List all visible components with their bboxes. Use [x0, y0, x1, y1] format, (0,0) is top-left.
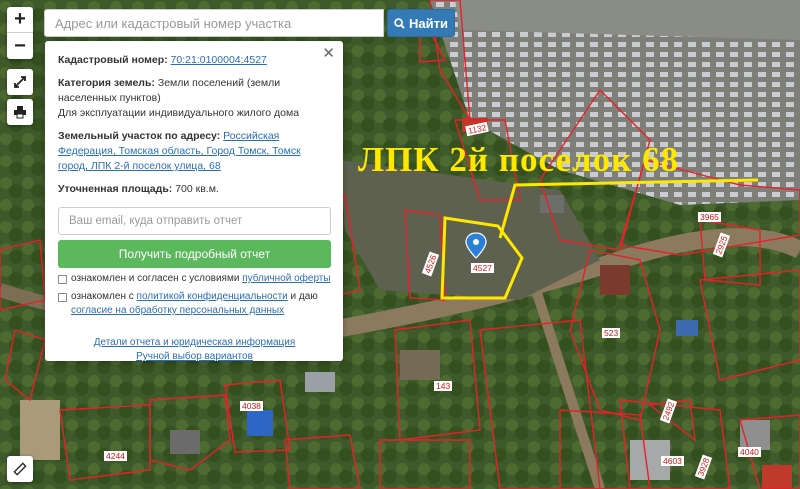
- parcel-label: 4040: [738, 447, 761, 457]
- search-button-label: Найти: [409, 15, 448, 31]
- offer-consent-checkbox[interactable]: [58, 275, 67, 284]
- print-icon: [14, 106, 26, 119]
- usage-value: Для эксплуатации индивидуального жилого …: [58, 107, 300, 119]
- selected-parcel-label: 4527: [471, 263, 494, 273]
- close-icon[interactable]: ✕: [322, 46, 335, 61]
- email-field[interactable]: [58, 207, 331, 235]
- privacy-consent-checkbox[interactable]: [58, 293, 67, 302]
- cadastral-label: Кадастровый номер:: [58, 54, 168, 66]
- expand-icon: [14, 76, 26, 88]
- search-bar: Найти: [44, 9, 455, 37]
- zoom-out-button[interactable]: −: [7, 33, 33, 59]
- parcel-label: 4244: [104, 451, 127, 461]
- print-button[interactable]: [7, 99, 33, 125]
- privacy-consent-text: ознакомлен с: [71, 291, 134, 302]
- search-button[interactable]: Найти: [387, 9, 455, 37]
- area-label: Уточненная площадь:: [58, 183, 173, 195]
- offer-consent-text: ознакомлен и согласен с условиями: [71, 273, 240, 284]
- panel-footer-links: Детали отчета и юридическая информация Р…: [58, 336, 331, 364]
- area-value: 700 кв.м.: [175, 183, 219, 195]
- public-offer-link[interactable]: публичной оферты: [242, 273, 330, 284]
- search-icon: [394, 17, 405, 29]
- measure-button[interactable]: [7, 456, 33, 482]
- privacy-consent-checkbox-row: ознакомлен с политикой конфиденциальност…: [58, 290, 331, 318]
- parcel-label: 4038: [240, 401, 263, 411]
- zoom-in-button[interactable]: +: [7, 7, 33, 33]
- privacy-policy-link[interactable]: политикой конфиденциальности: [137, 291, 288, 302]
- address-label: Земельный участок по адресу:: [58, 130, 221, 142]
- zoom-controls: + −: [7, 7, 33, 59]
- category-label: Категория земель:: [58, 77, 155, 89]
- search-input[interactable]: [44, 9, 384, 37]
- parcel-label: 523: [602, 328, 621, 338]
- cadastral-number-link[interactable]: 70:21:0100004:4527: [171, 54, 267, 66]
- map-caption: ЛПК 2й поселок 68: [358, 140, 680, 179]
- parcel-label: 143: [434, 381, 453, 391]
- ruler-icon: [13, 462, 27, 476]
- parcel-label: 3965: [698, 212, 721, 222]
- offer-consent-checkbox-row: ознакомлен и согласен с условиями публич…: [58, 272, 331, 286]
- manual-selection-link[interactable]: Ручной выбор вариантов: [136, 351, 253, 362]
- fullscreen-button[interactable]: [7, 69, 33, 95]
- parcel-info-panel: ✕ Кадастровый номер: 70:21:0100004:4527 …: [45, 41, 343, 364]
- report-details-link[interactable]: Детали отчета и юридическая информация: [94, 337, 296, 348]
- privacy-consent-mid: и даю: [290, 291, 318, 302]
- parcel-label: 4603: [661, 456, 684, 466]
- get-report-button[interactable]: Получить подробный отчет: [58, 240, 331, 268]
- personal-data-consent-link[interactable]: согласие на обработку персональных данны…: [71, 305, 284, 316]
